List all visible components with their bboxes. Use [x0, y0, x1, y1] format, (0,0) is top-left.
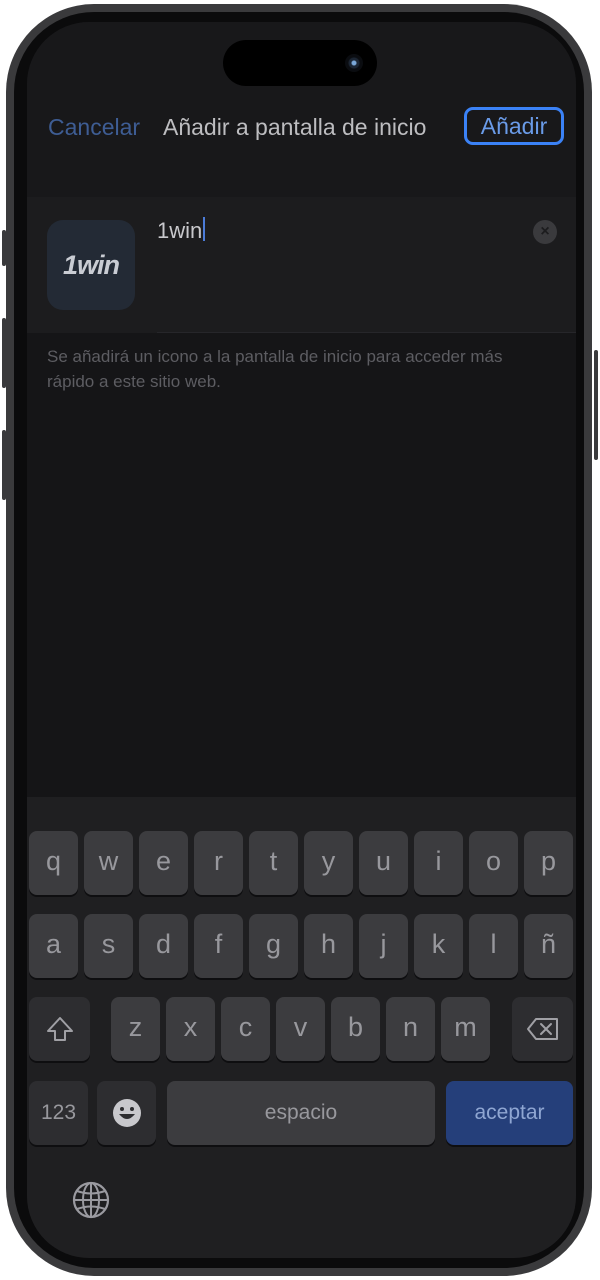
globe-icon[interactable] [71, 1180, 111, 1220]
key-h[interactable]: h [304, 914, 353, 978]
key-d[interactable]: d [139, 914, 188, 978]
key-r[interactable]: r [194, 831, 243, 895]
app-icon-text: 1win [62, 249, 120, 280]
emoji-key[interactable] [97, 1081, 156, 1145]
key-o[interactable]: o [469, 831, 518, 895]
key-s[interactable]: s [84, 914, 133, 978]
text-caret [203, 217, 206, 241]
key-z[interactable]: z [111, 997, 160, 1061]
key-i[interactable]: i [414, 831, 463, 895]
hint-text: Se añadirá un icono a la pantalla de ini… [47, 347, 503, 391]
key-t[interactable]: t [249, 831, 298, 895]
key-enye[interactable]: ñ [524, 914, 573, 978]
key-y[interactable]: y [304, 831, 353, 895]
field-divider [157, 332, 576, 333]
side-button-left-2 [2, 318, 6, 388]
cancel-button[interactable]: Cancelar [48, 114, 140, 141]
key-a[interactable]: a [29, 914, 78, 978]
shift-icon [46, 1017, 73, 1041]
key-w[interactable]: w [84, 831, 133, 895]
numbers-key[interactable]: 123 [29, 1081, 88, 1145]
key-c[interactable]: c [221, 997, 270, 1061]
app-name-input[interactable]: 1win [157, 217, 206, 244]
key-b[interactable]: b [331, 997, 380, 1061]
key-m[interactable]: m [441, 997, 490, 1061]
key-j[interactable]: j [359, 914, 408, 978]
delete-key[interactable] [512, 997, 573, 1061]
keyboard: q w e r t y u i o p a s d f g h j k l ñ … [27, 797, 576, 1258]
side-button-left-3 [2, 430, 6, 500]
side-button-right [594, 350, 598, 460]
key-k[interactable]: k [414, 914, 463, 978]
camera-icon [345, 54, 363, 72]
emoji-icon [112, 1099, 141, 1127]
key-q[interactable]: q [29, 831, 78, 895]
key-l[interactable]: l [469, 914, 518, 978]
add-button[interactable]: Añadir [464, 107, 564, 145]
key-x[interactable]: x [166, 997, 215, 1061]
delete-icon [526, 1018, 558, 1040]
key-g[interactable]: g [249, 914, 298, 978]
clear-icon[interactable]: × [533, 220, 557, 244]
key-u[interactable]: u [359, 831, 408, 895]
key-f[interactable]: f [194, 914, 243, 978]
key-e[interactable]: e [139, 831, 188, 895]
shift-key[interactable] [29, 997, 90, 1061]
key-p[interactable]: p [524, 831, 573, 895]
app-card: 1win 1win × [27, 197, 576, 333]
side-button-left-1 [2, 230, 6, 266]
return-key[interactable]: aceptar [446, 1081, 573, 1145]
space-key[interactable]: espacio [167, 1081, 435, 1145]
dynamic-island [223, 40, 377, 86]
page-title: Añadir a pantalla de inicio [163, 114, 427, 140]
key-v[interactable]: v [276, 997, 325, 1061]
app-name-value: 1win [157, 218, 203, 243]
screen: Cancelar Añadir a pantalla de inicio Aña… [27, 22, 576, 1258]
app-icon: 1win [47, 220, 135, 310]
key-n[interactable]: n [386, 997, 435, 1061]
